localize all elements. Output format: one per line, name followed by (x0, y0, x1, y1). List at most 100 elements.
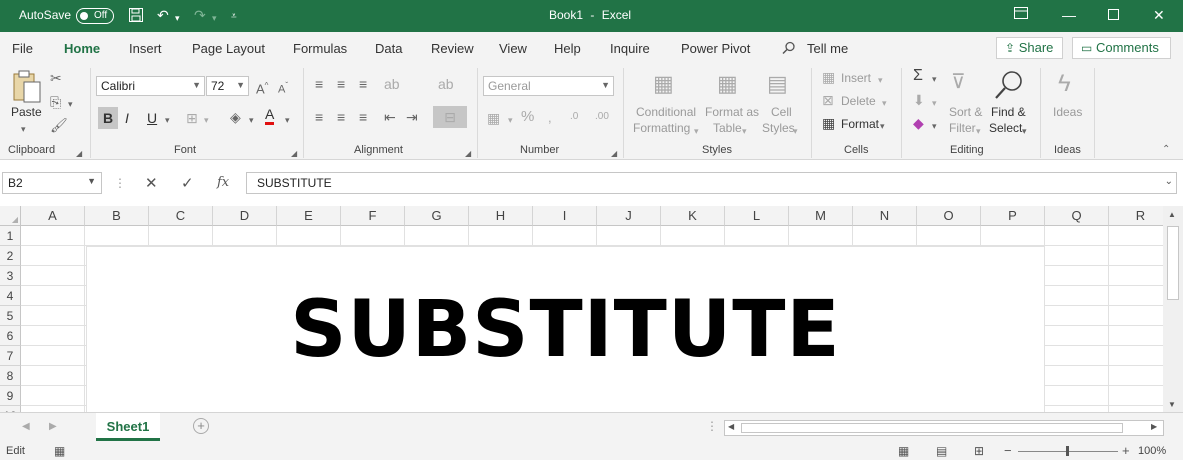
cell-styles-label-2[interactable]: Styles (762, 121, 795, 135)
scroll-down-icon[interactable]: ▼ (1168, 400, 1176, 409)
scroll-up-icon[interactable]: ▲ (1168, 210, 1176, 219)
borders-dropdown-icon[interactable]: ▾ (204, 112, 209, 128)
fill-dropdown-icon[interactable]: ▾ (932, 95, 937, 111)
sort-filter-label-1[interactable]: Sort & (949, 105, 982, 119)
name-box[interactable]: B2 ▼ (2, 172, 102, 194)
delete-cells-icon[interactable]: ⊠ (822, 92, 834, 108)
scroll-thumb[interactable] (741, 423, 1123, 433)
orientation-icon[interactable]: ab (384, 76, 400, 92)
align-center-icon[interactable]: ≡ (337, 109, 345, 125)
fill-color-dropdown-icon[interactable]: ▾ (249, 112, 254, 128)
column-header-g[interactable]: G (405, 206, 469, 226)
sheet-tab-sheet1[interactable]: Sheet1 (96, 413, 160, 441)
column-header-c[interactable]: C (149, 206, 213, 226)
search-icon[interactable] (782, 41, 796, 58)
delete-cells-label[interactable]: Delete (841, 94, 876, 108)
row-header-6[interactable]: 6 (0, 326, 21, 346)
zoom-slider-thumb[interactable] (1066, 446, 1069, 456)
format-painter-icon[interactable]: 🖌 (50, 117, 68, 133)
column-header-e[interactable]: E (277, 206, 341, 226)
scroll-sheets-right-icon[interactable]: ▶ (49, 421, 57, 432)
horizontal-scrollbar[interactable]: ◀ ▶ (724, 420, 1164, 436)
customize-qat-icon[interactable]: ⩡ (231, 9, 237, 25)
row-header-9[interactable]: 9 (0, 386, 21, 406)
row-header-8[interactable]: 8 (0, 366, 21, 386)
conditional-formatting-label-1[interactable]: Conditional (636, 105, 696, 119)
copy-dropdown-icon[interactable]: ▾ (68, 96, 73, 112)
bold-button[interactable]: B (98, 107, 118, 129)
tab-formulas[interactable]: Formulas (293, 41, 347, 56)
increase-indent-icon[interactable]: ⇥ (406, 109, 418, 125)
decrease-indent-icon[interactable]: ⇤ (384, 109, 396, 125)
shrink-font-icon[interactable]: Aˇ (278, 78, 288, 98)
row-header-2[interactable]: 2 (0, 246, 21, 266)
insert-function-icon[interactable]: fx (217, 175, 229, 190)
increase-decimal-icon[interactable]: .0 (570, 109, 578, 125)
align-right-icon[interactable]: ≡ (359, 109, 367, 125)
zoom-out-icon[interactable]: − (1004, 443, 1012, 458)
conditional-formatting-label-2[interactable]: Formatting (633, 121, 690, 135)
column-header-d[interactable]: D (213, 206, 277, 226)
delete-dropdown-icon[interactable]: ▾ (882, 95, 887, 111)
decrease-decimal-icon[interactable]: .00 (595, 109, 609, 125)
comma-style-icon[interactable]: , (548, 110, 552, 126)
column-header-a[interactable]: A (21, 206, 85, 226)
minimize-icon[interactable]: — (1062, 7, 1076, 23)
accessibility-icon[interactable]: ▦ (54, 444, 65, 458)
comments-button[interactable]: ▭ Comments (1072, 37, 1171, 59)
maximize-icon[interactable] (1108, 7, 1119, 23)
format-cells-label[interactable]: Format (841, 117, 879, 131)
accounting-dropdown-icon[interactable]: ▾ (508, 112, 513, 128)
align-bottom-icon[interactable]: ≡ (359, 76, 367, 92)
scroll-left-icon[interactable]: ◀ (728, 422, 734, 431)
paste-label[interactable]: Paste (11, 105, 42, 119)
tab-page-layout[interactable]: Page Layout (192, 41, 265, 56)
scroll-sheets-left-icon[interactable]: ◀ (22, 421, 30, 432)
zoom-in-icon[interactable]: + (1122, 443, 1130, 458)
redo-icon[interactable]: ↷ (194, 7, 206, 23)
accounting-format-icon[interactable]: ▦ (487, 110, 500, 126)
row-header-5[interactable]: 5 (0, 306, 21, 326)
cut-icon[interactable]: ✂ (50, 70, 62, 86)
column-header-n[interactable]: N (853, 206, 917, 226)
autosum-dropdown-icon[interactable]: ▾ (932, 71, 937, 87)
paste-icon[interactable] (12, 70, 42, 107)
align-middle-icon[interactable]: ≡ (337, 76, 345, 92)
normal-view-icon[interactable]: ▦ (898, 444, 909, 458)
column-header-j[interactable]: J (597, 206, 661, 226)
undo-dropdown-icon[interactable]: ▾ (175, 10, 180, 26)
number-launcher-icon[interactable]: ◢ (611, 146, 617, 162)
page-break-view-icon[interactable]: ⊞ (974, 444, 984, 458)
wrap-text-icon[interactable]: ab (438, 76, 454, 92)
column-header-l[interactable]: L (725, 206, 789, 226)
grow-font-icon[interactable]: A^ (256, 78, 268, 97)
font-color-dropdown-icon[interactable]: ▾ (285, 112, 290, 128)
autosave-toggle[interactable]: Off (76, 8, 114, 24)
select-all-button[interactable]: ◢ (0, 206, 21, 226)
borders-icon[interactable]: ⊞ (186, 110, 198, 126)
ideas-label[interactable]: Ideas (1053, 105, 1082, 119)
add-sheet-icon[interactable]: + (193, 418, 209, 434)
fill-icon[interactable]: ⬇ (913, 92, 925, 108)
cell-styles-icon[interactable]: ▤ (767, 72, 788, 96)
insert-dropdown-icon[interactable]: ▾ (878, 72, 883, 88)
conditional-formatting-icon[interactable]: ▦ (653, 72, 674, 96)
row-header-7[interactable]: 7 (0, 346, 21, 366)
cell-styles-dropdown-icon[interactable]: ▾ (793, 123, 798, 139)
vertical-scrollbar[interactable]: ▲ ▼ (1163, 206, 1183, 412)
sort-dropdown-icon[interactable]: ▾ (976, 123, 981, 139)
formula-input[interactable]: SUBSTITUTE ⌄ (246, 172, 1177, 194)
percent-icon[interactable]: % (521, 109, 534, 125)
align-left-icon[interactable]: ≡ (315, 109, 323, 125)
italic-button[interactable]: I (125, 110, 129, 126)
underline-dropdown-icon[interactable]: ▾ (165, 112, 170, 128)
column-header-k[interactable]: K (661, 206, 725, 226)
expand-formula-icon[interactable]: ⌄ (1165, 176, 1173, 187)
number-format-select[interactable]: General ▼ (483, 76, 614, 96)
insert-cells-label[interactable]: Insert (841, 71, 871, 85)
merge-center-icon[interactable]: ⊟ (433, 106, 467, 128)
save-icon[interactable] (128, 7, 144, 26)
cancel-entry-icon[interactable]: ✕ (145, 174, 158, 192)
copy-icon[interactable]: ⎘ (50, 94, 61, 110)
tab-insert[interactable]: Insert (129, 41, 162, 56)
